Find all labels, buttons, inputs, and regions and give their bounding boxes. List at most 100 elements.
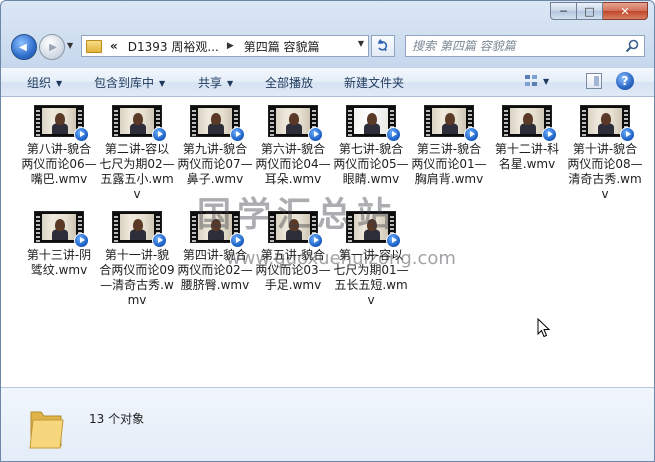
media-player-badge-icon	[74, 127, 89, 142]
presenter-head	[211, 113, 221, 125]
film-sprocket-icon	[582, 108, 586, 136]
include-in-library-menu[interactable]: 包含到库中 ▼	[94, 74, 165, 91]
file-name: 第十讲-貌合两仪而论08—清奇古秀.wmv	[567, 142, 643, 201]
search-icon[interactable]	[625, 39, 639, 53]
chevron-down-icon: ▼	[67, 41, 74, 50]
details-pane: 13 个对象	[1, 387, 654, 461]
file-name: 第三讲-貌合两仪而论01—胸肩背.wmv	[411, 142, 487, 186]
media-player-badge-icon	[542, 127, 557, 142]
video-thumbnail-icon	[424, 105, 479, 142]
organize-menu[interactable]: 组织 ▼	[27, 74, 62, 91]
file-item[interactable]: 第七讲-貌合两仪而论05—眼睛.wmv	[333, 105, 409, 187]
back-arrow-icon: ◀	[19, 41, 27, 53]
media-player-badge-icon	[464, 127, 479, 142]
video-thumbnail-icon	[112, 105, 167, 142]
video-thumbnail-icon	[112, 211, 167, 248]
video-thumbnail-icon	[268, 105, 323, 142]
play-all-button[interactable]: 全部播放	[265, 74, 313, 91]
forward-button[interactable]: ▶	[39, 34, 65, 60]
media-player-badge-icon	[620, 127, 635, 142]
presenter-head	[55, 113, 65, 125]
folder-icon	[86, 39, 102, 53]
new-folder-button[interactable]: 新建文件夹	[344, 74, 404, 91]
file-name: 第十三讲-阴骘纹.wmv	[26, 248, 92, 277]
preview-pane-icon	[594, 76, 599, 86]
help-button[interactable]: ?	[616, 72, 634, 90]
file-item[interactable]: 第六讲-貌合两仪而论04—耳朵.wmv	[255, 105, 331, 187]
file-item[interactable]: 第九讲-貌合两仪而论07—鼻子.wmv	[177, 105, 253, 187]
file-item[interactable]: 第十讲-貌合两仪而论08—清奇古秀.wmv	[567, 105, 643, 202]
file-item[interactable]: 第十一讲-貌合两仪而论09—清奇古秀.wmv	[99, 211, 175, 308]
command-bar: 组织 ▼ 包含到库中 ▼ 共享 ▼ 全部播放 新建文件夹 ▼ ?	[1, 67, 654, 97]
change-view-icon[interactable]	[524, 73, 540, 89]
video-thumbnail-icon	[190, 105, 245, 142]
file-name: 第十二讲-科名星.wmv	[494, 142, 560, 171]
presenter-head	[133, 113, 143, 125]
minimize-button[interactable]: ─	[550, 2, 577, 20]
file-item[interactable]: 第二讲-容以七尺为期02—五露五小.wmv	[99, 105, 175, 202]
media-player-badge-icon	[386, 127, 401, 142]
back-button[interactable]: ◀	[11, 34, 37, 60]
file-name: 第六讲-貌合两仪而论04—耳朵.wmv	[255, 142, 331, 186]
share-menu[interactable]: 共享 ▼	[198, 74, 233, 91]
media-player-badge-icon	[74, 233, 89, 248]
share-label: 共享	[198, 76, 223, 90]
file-item[interactable]: 第三讲-貌合两仪而论01—胸肩背.wmv	[411, 105, 487, 187]
mouse-cursor-icon	[537, 318, 551, 338]
media-player-badge-icon	[230, 127, 245, 142]
address-overflow[interactable]: «	[110, 39, 118, 53]
chevron-right-icon[interactable]: ▶	[227, 41, 234, 51]
video-thumbnail-icon	[34, 105, 89, 142]
presenter-head	[523, 113, 533, 125]
address-segment-parent[interactable]: D1393 周裕观...	[128, 38, 219, 55]
presenter-head	[367, 113, 377, 125]
film-sprocket-icon	[114, 108, 118, 136]
view-options-dropdown[interactable]: ▼	[543, 77, 549, 86]
presenter-head	[133, 219, 143, 231]
film-sprocket-icon	[270, 108, 274, 136]
maximize-button[interactable]: □	[577, 2, 603, 20]
film-sprocket-icon	[36, 108, 40, 136]
file-name: 第八讲-貌合两仪而论06—嘴巴.wmv	[21, 142, 97, 186]
film-sprocket-icon	[426, 108, 430, 136]
video-thumbnail-icon	[580, 105, 635, 142]
chevron-down-icon: ▼	[227, 79, 234, 88]
folder-icon	[29, 411, 64, 449]
presenter-head	[55, 219, 65, 231]
film-sprocket-icon	[192, 108, 196, 136]
presenter-head	[445, 113, 455, 125]
organize-label: 组织	[27, 76, 52, 90]
address-dropdown-icon[interactable]: ▼	[358, 39, 364, 48]
file-name: 第九讲-貌合两仪而论07—鼻子.wmv	[177, 142, 253, 186]
file-item[interactable]: 第十三讲-阴骘纹.wmv	[21, 211, 97, 278]
search-input[interactable]	[412, 38, 622, 54]
file-name: 第十一讲-貌合两仪而论09—清奇古秀.wmv	[99, 248, 175, 307]
media-player-badge-icon	[308, 127, 323, 142]
preview-pane-button[interactable]	[586, 73, 602, 89]
caption-buttons: ─ □ ✕	[550, 2, 648, 20]
item-count: 13 个对象	[89, 412, 145, 426]
file-item[interactable]: 第八讲-貌合两仪而论06—嘴巴.wmv	[21, 105, 97, 187]
address-bar[interactable]: « D1393 周裕观... ▶ 第四篇 容貌篇 ▼	[81, 35, 369, 57]
chevron-down-icon: ▼	[56, 79, 63, 88]
video-thumbnail-icon	[502, 105, 557, 142]
close-button[interactable]: ✕	[603, 2, 648, 20]
file-name: 第二讲-容以七尺为期02—五露五小.wmv	[99, 142, 175, 201]
film-sprocket-icon	[348, 108, 352, 136]
file-name: 第七讲-貌合两仪而论05—眼睛.wmv	[333, 142, 409, 186]
video-thumbnail-icon	[34, 211, 89, 248]
recent-pages-dropdown[interactable]: ▼	[67, 41, 77, 53]
search-box[interactable]	[405, 35, 645, 57]
refresh-icon	[377, 39, 388, 52]
media-player-badge-icon	[152, 127, 167, 142]
file-list[interactable]: 第八讲-貌合两仪而论06—嘴巴.wmv 第二讲-容以七尺为期02—五露五小.wmv…	[1, 97, 654, 387]
refresh-button[interactable]	[371, 35, 395, 57]
film-sprocket-icon	[192, 214, 196, 242]
presenter-head	[601, 113, 611, 125]
watermark-text: 国学汇总站	[197, 195, 397, 235]
watermark-url: www.guoxuehuizong.com	[226, 248, 456, 269]
file-item[interactable]: 第十二讲-科名星.wmv	[489, 105, 565, 172]
help-icon: ?	[621, 74, 629, 88]
video-thumbnail-icon	[346, 105, 401, 142]
address-segment-current[interactable]: 第四篇 容貌篇	[244, 38, 320, 55]
